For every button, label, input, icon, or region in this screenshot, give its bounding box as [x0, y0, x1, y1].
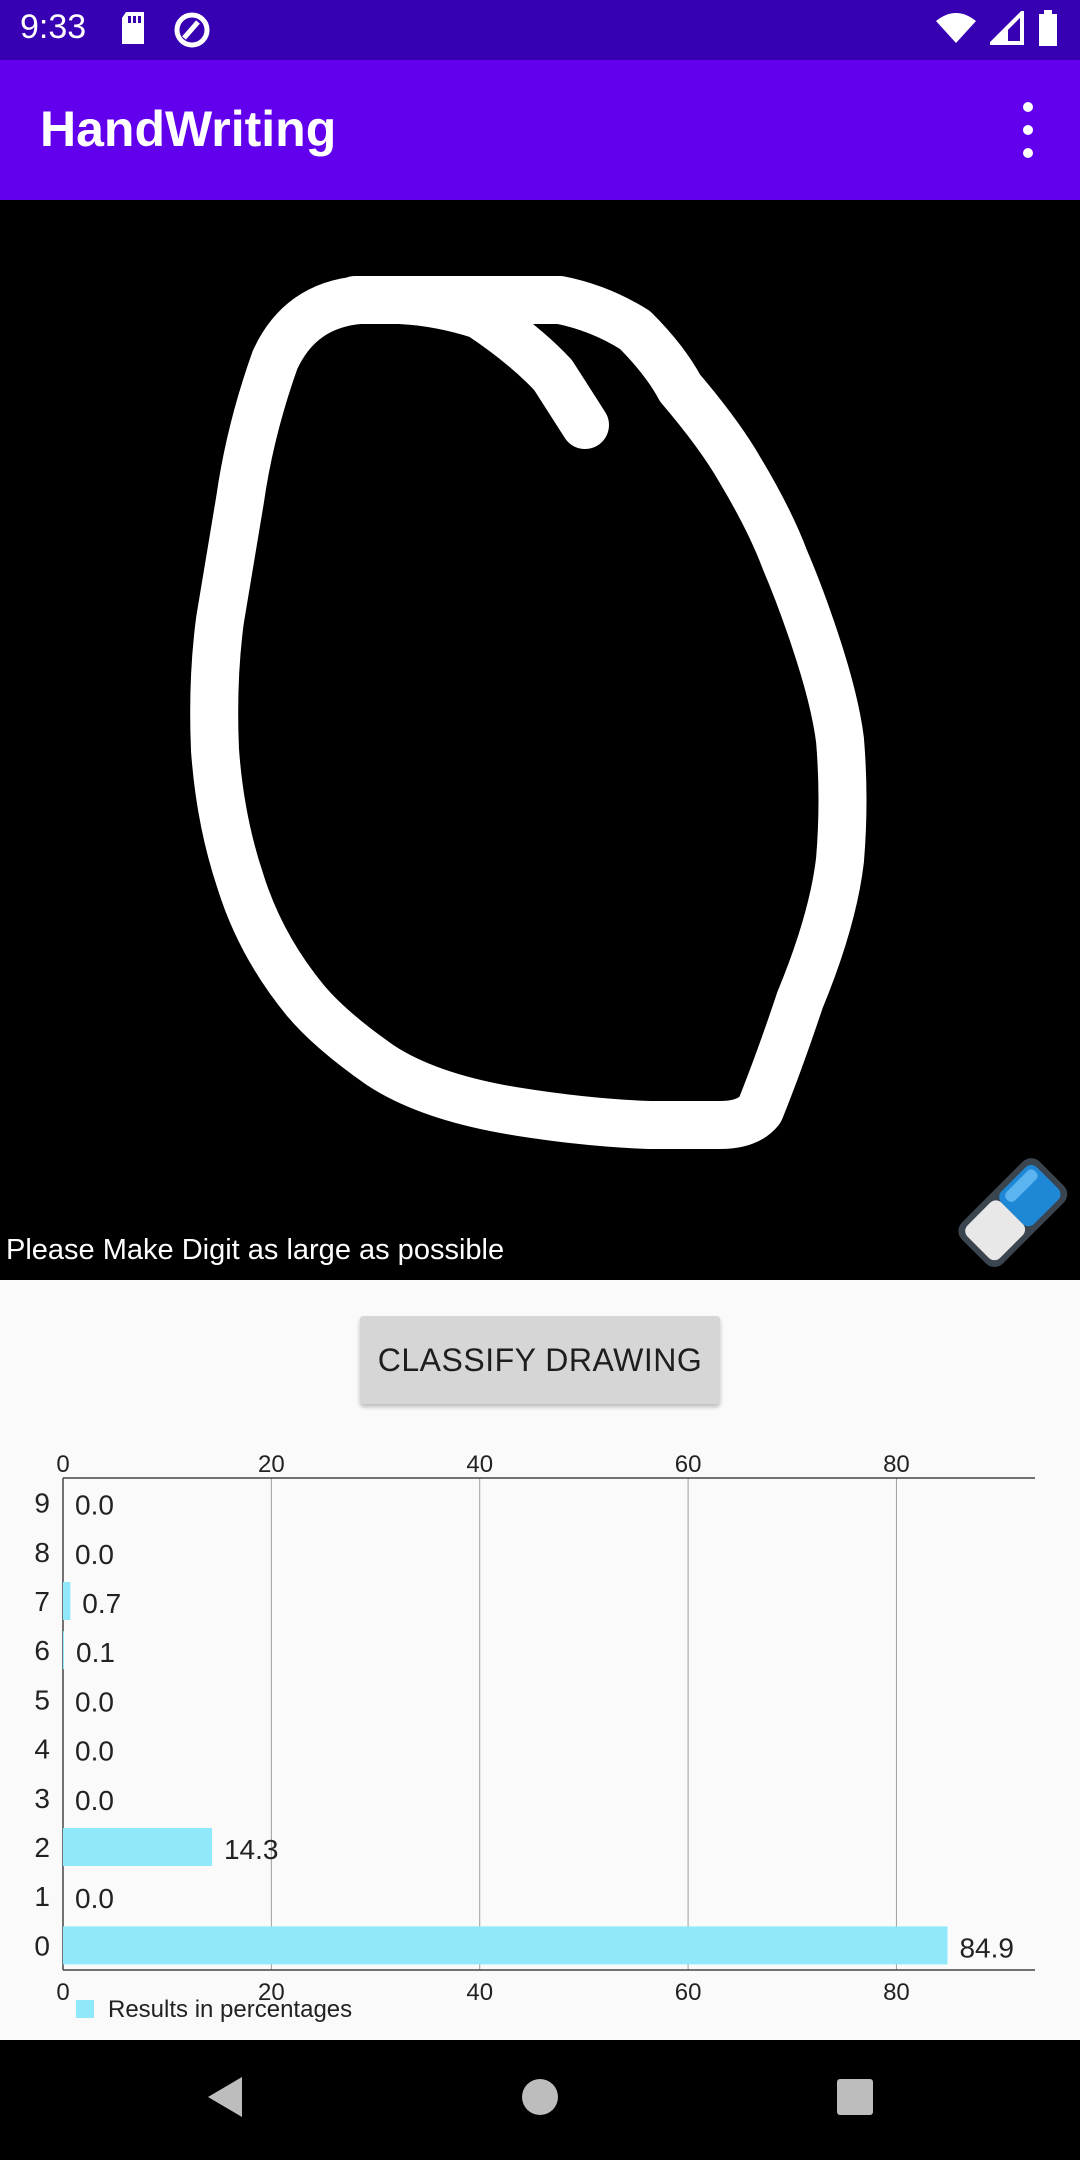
eraser-icon[interactable] — [940, 1144, 1080, 1284]
canvas-hint: Please Make Digit as large as possible — [6, 1234, 505, 1266]
x-tick-label-bottom: 80 — [883, 1979, 910, 2006]
battery-icon — [1038, 10, 1058, 51]
x-tick-label-bottom: 60 — [675, 1979, 702, 2006]
status-time: 9:33 — [20, 8, 87, 46]
bar — [63, 1631, 65, 1670]
cell-signal-icon — [987, 8, 1024, 50]
app-title: HandWriting — [40, 101, 337, 157]
home-icon[interactable] — [515, 2072, 565, 2127]
legend-swatch — [76, 2000, 94, 2018]
category-label: 5 — [34, 1684, 50, 1715]
category-label: 6 — [34, 1635, 50, 1666]
x-tick-label-top: 60 — [675, 1451, 702, 1478]
category-label: 2 — [34, 1832, 50, 1863]
category-label: 4 — [34, 1734, 50, 1765]
bar — [63, 1582, 71, 1620]
bar — [63, 1926, 948, 1965]
x-tick-label-top: 0 — [56, 1451, 69, 1478]
bar-value-label: 0.7 — [82, 1588, 121, 1619]
back-icon[interactable] — [200, 2072, 250, 2127]
x-tick-label-top: 20 — [258, 1451, 285, 1478]
drawing-canvas[interactable]: Please Make Digit as large as possible — [0, 200, 1080, 1280]
sync-icon — [172, 10, 212, 55]
more-vertical-icon[interactable] — [1006, 98, 1050, 162]
drawn-digit-stroke — [190, 276, 867, 1149]
sd-card-icon — [118, 10, 148, 55]
bar-value-label: 0.0 — [75, 1539, 114, 1570]
wifi-icon — [936, 11, 976, 50]
bar — [63, 1828, 212, 1866]
recents-icon[interactable] — [830, 2072, 880, 2127]
category-label: 0 — [34, 1930, 50, 1961]
bar-value-label: 0.0 — [75, 1883, 114, 1914]
bar-value-label: 84.9 — [959, 1932, 1014, 1963]
category-label: 1 — [34, 1881, 50, 1912]
status-bar: 9:33 — [0, 0, 1080, 60]
x-tick-label-top: 80 — [883, 1451, 910, 1478]
x-tick-label-bottom: 0 — [56, 1979, 69, 2006]
results-chart: 0 0 20 20 40 40 60 60 80 80 0 84.9 1 0.0 2 14.3 3 0.0 4 0.0… — [0, 1420, 1080, 2040]
navigation-bar — [0, 2040, 1080, 2160]
category-label: 8 — [34, 1537, 50, 1568]
bar-value-label: 14.3 — [224, 1834, 278, 1865]
x-tick-label-bottom: 40 — [466, 1979, 493, 2006]
x-tick-label-top: 40 — [466, 1451, 493, 1478]
bar-value-label: 0.0 — [75, 1785, 114, 1816]
category-label: 7 — [34, 1586, 50, 1617]
bar-value-label: 0.0 — [75, 1686, 114, 1717]
legend-label: Results in percentages — [108, 1996, 352, 2023]
classify-drawing-button[interactable]: CLASSIFY DRAWING — [360, 1316, 720, 1404]
app-bar: HandWriting — [0, 60, 1080, 200]
results-bar-chart: 0020204040606080800 84.91 0.02 14.33 0.04 0.0… — [34, 1451, 1035, 2023]
bar-value-label: 0.0 — [75, 1490, 114, 1521]
bar-value-label: 0.0 — [75, 1736, 114, 1767]
bar-value-label: 0.1 — [76, 1637, 115, 1668]
category-label: 3 — [34, 1783, 50, 1814]
category-label: 9 — [34, 1488, 50, 1519]
